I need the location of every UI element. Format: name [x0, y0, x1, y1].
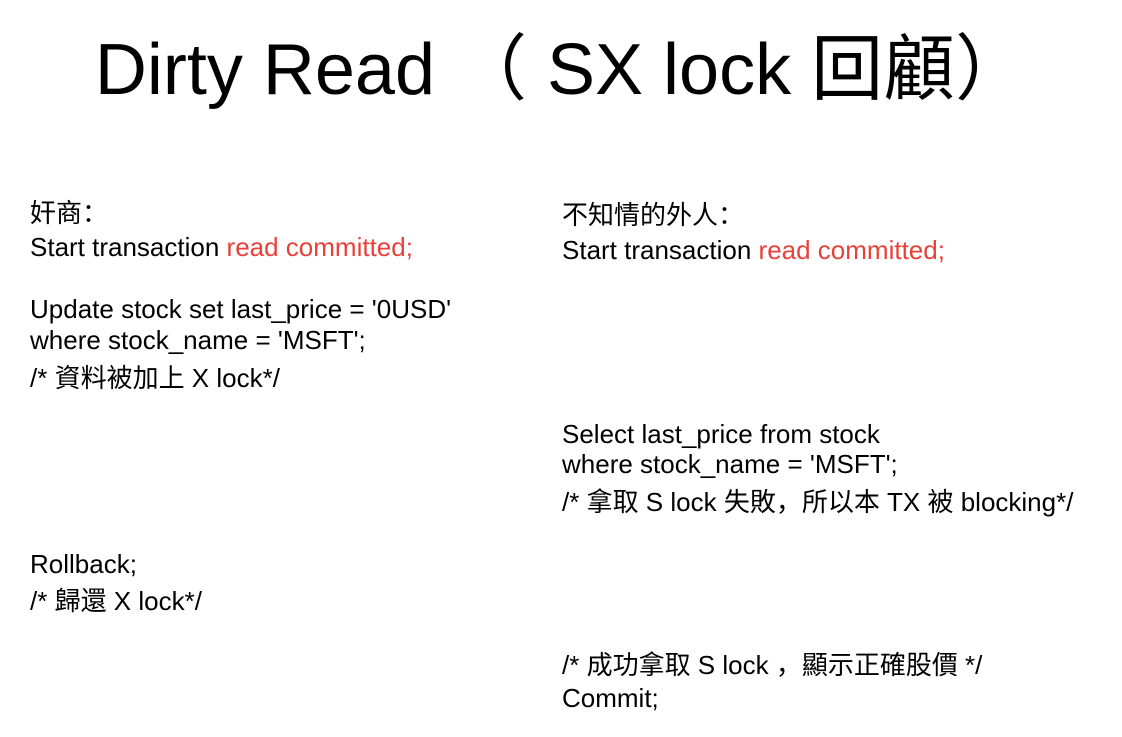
left-isolation-level: read committed; — [226, 232, 413, 262]
left-update-comment: /* 資料被加上 X lock*/ — [30, 363, 280, 393]
slide-title: Dirty Read （ SX lock 回顧） — [94, 30, 1028, 110]
right-start-prefix: Start transaction — [562, 235, 759, 265]
left-heading: 奸商： — [30, 198, 109, 228]
left-start-prefix: Start transaction — [30, 232, 227, 262]
right-select-comment: /* 拿取 S lock 失敗，所以本 TX 被 blocking*/ — [562, 487, 1074, 517]
right-commit: Commit; — [562, 683, 659, 713]
right-heading: 不知情的外人： — [562, 200, 745, 230]
right-start-transaction: Start transaction read committed; — [562, 234, 945, 266]
left-rollback-comment: /* 歸還 X lock*/ — [30, 586, 202, 616]
left-update-line2: where stock_name = 'MSFT'; — [30, 325, 366, 355]
left-start-transaction: Start transaction read committed; — [30, 231, 413, 263]
right-select-line2: where stock_name = 'MSFT'; — [562, 449, 898, 479]
right-isolation-level: read committed; — [758, 235, 945, 265]
right-success-comment: /* 成功拿取 S lock ，顯示正確股價 */ — [562, 650, 983, 680]
left-update-line1: Update stock set last_price = '0USD' — [30, 294, 452, 324]
right-select-line1: Select last_price from stock — [562, 419, 880, 449]
left-rollback: Rollback; — [30, 549, 137, 579]
